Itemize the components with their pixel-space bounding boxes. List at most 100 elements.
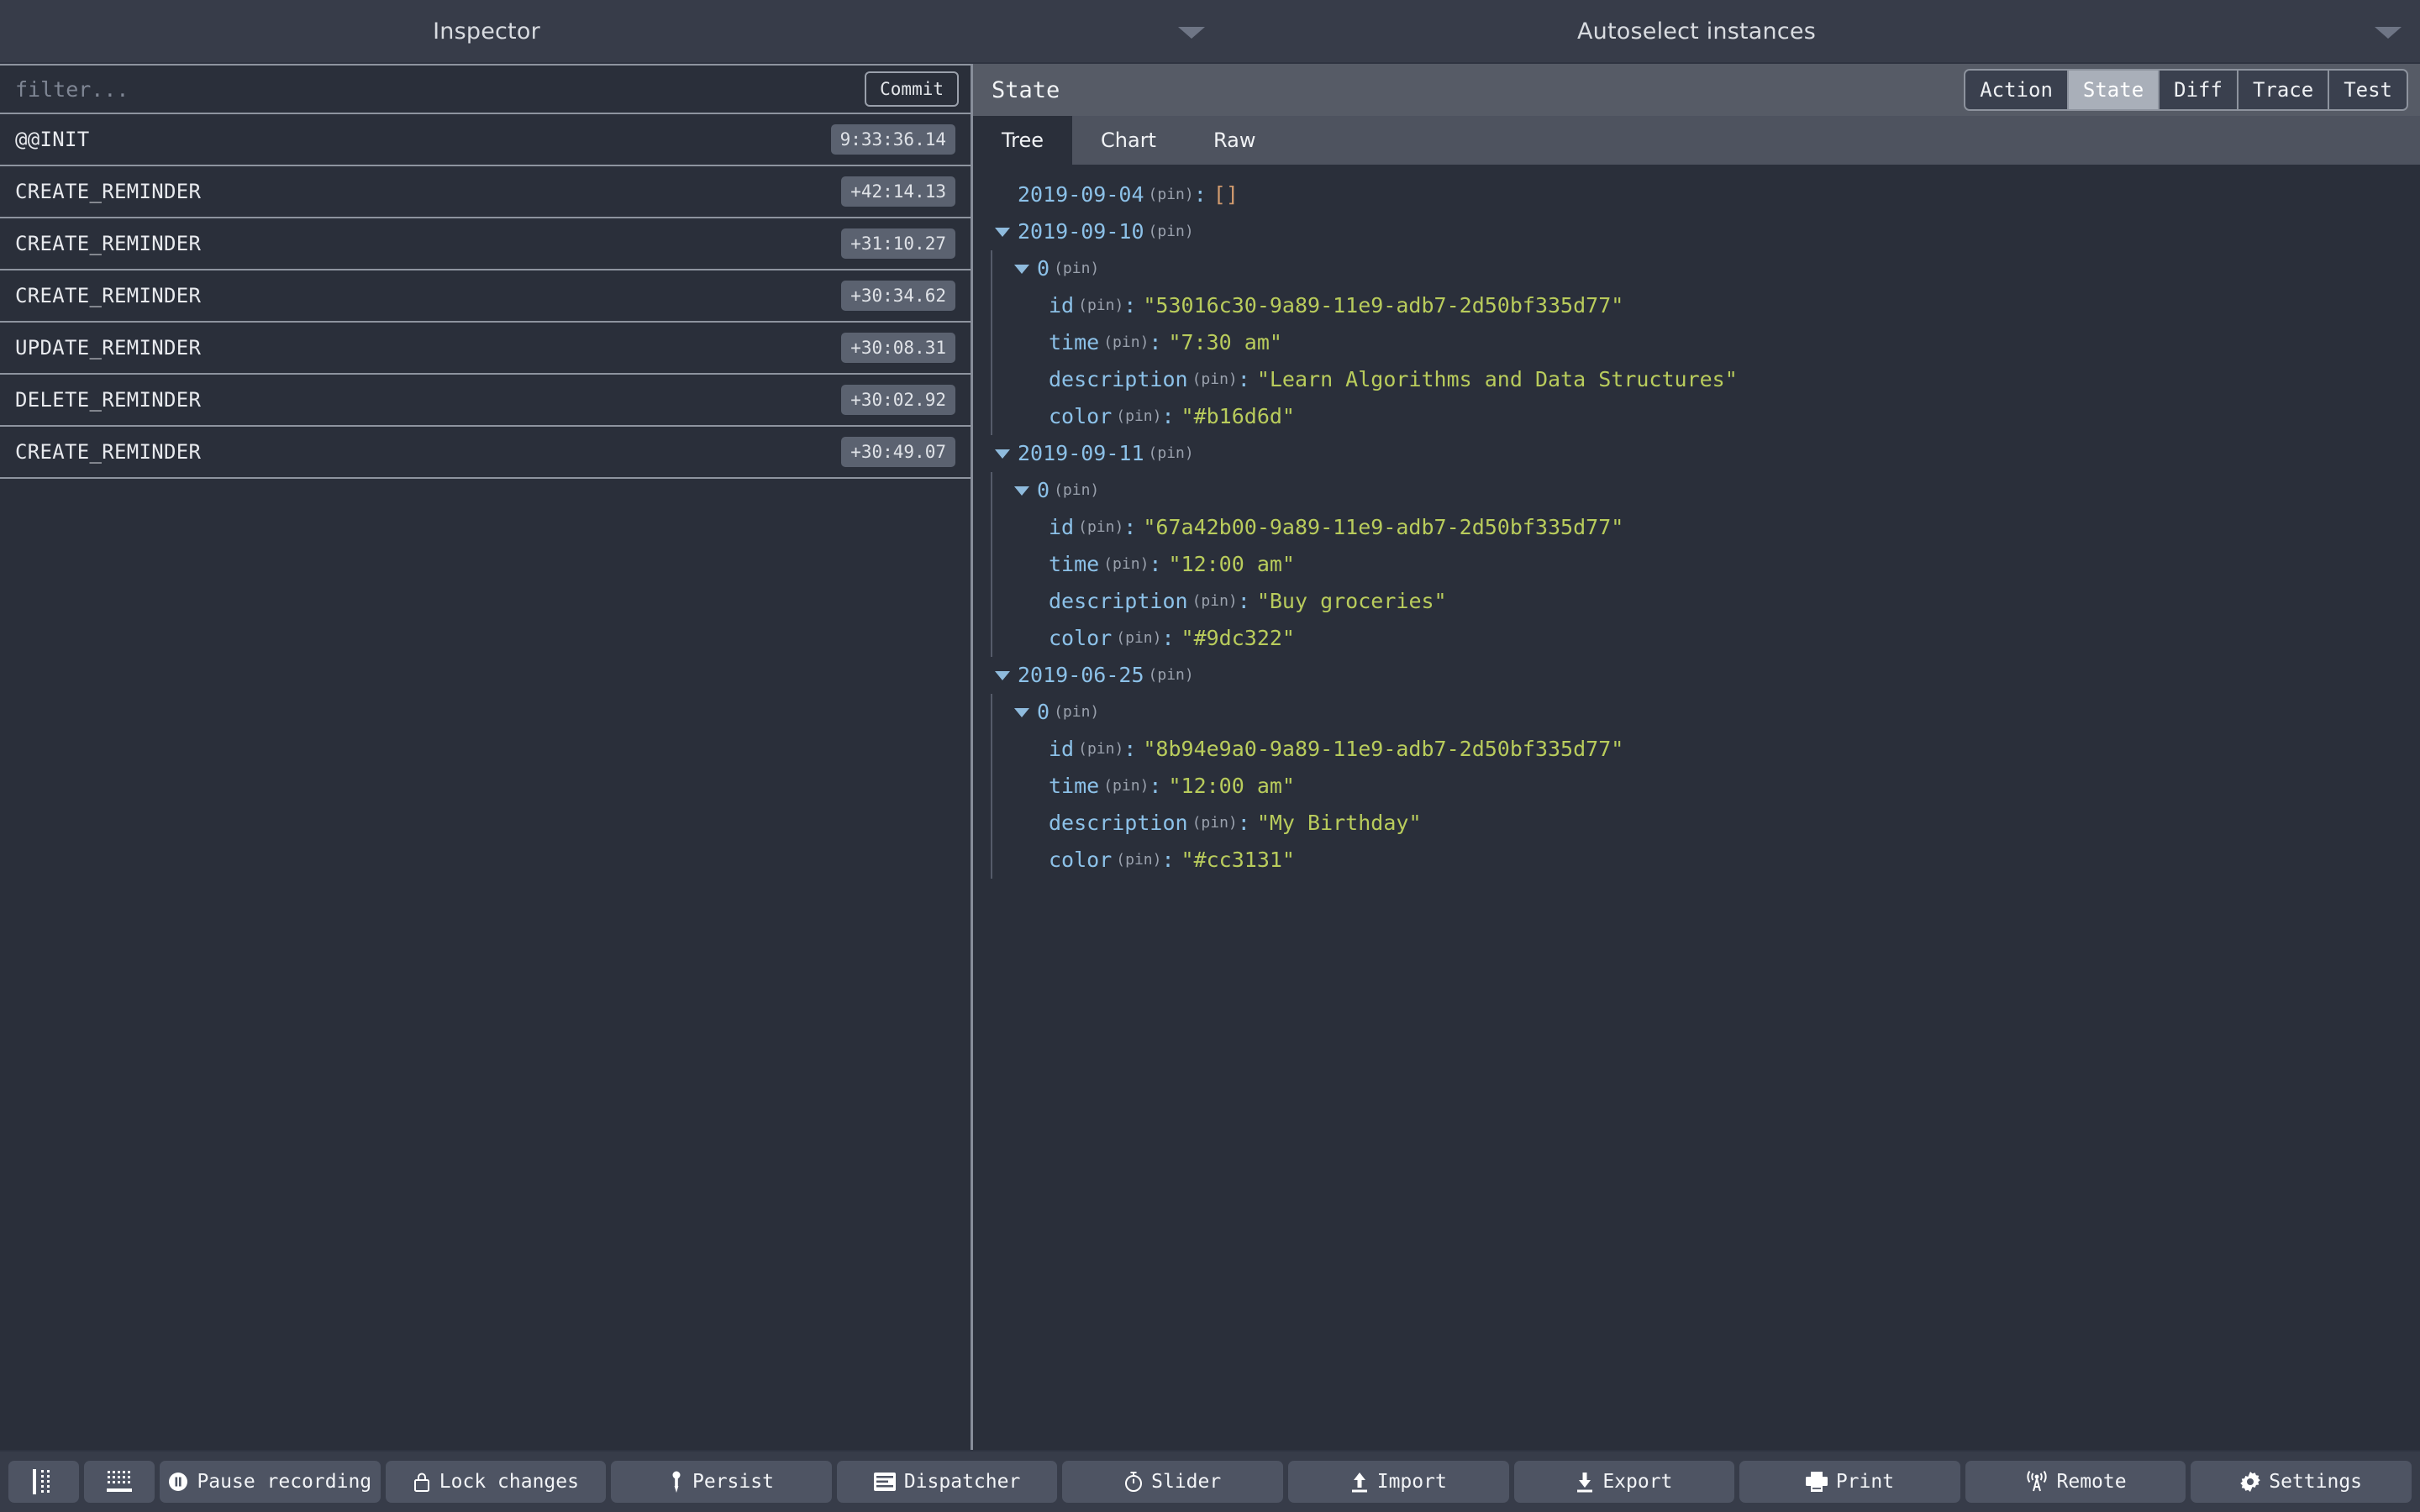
subtab-chart[interactable]: Chart: [1072, 116, 1185, 165]
tree-node-header[interactable]: 2019-06-25 (pin): [983, 657, 2420, 694]
triangle-down-icon[interactable]: [1014, 486, 1029, 496]
action-row[interactable]: CREATE_REMINDER +42:14.13: [0, 166, 971, 218]
tree-key: color: [1049, 404, 1113, 428]
pin-label[interactable]: (pin): [1074, 287, 1123, 324]
action-row[interactable]: UPDATE_REMINDER +30:08.31: [0, 323, 971, 375]
tree-node-header[interactable]: 2019-09-04 (pin):[]: [983, 176, 2420, 213]
tree-value: "67a42b00-9a89-11e9-adb7-2d50bf335d77": [1143, 515, 1624, 539]
pin-label[interactable]: (pin): [1144, 657, 1194, 694]
pin-label[interactable]: (pin): [1099, 324, 1149, 361]
tree-leaf-time: time (pin): "12:00 am": [992, 546, 2420, 583]
pin-label[interactable]: (pin): [1050, 250, 1099, 287]
triangle-down-icon[interactable]: [995, 670, 1010, 680]
chevron-down-icon[interactable]: [1178, 27, 1205, 39]
pin-label[interactable]: (pin): [1050, 694, 1099, 731]
tree-key: color: [1049, 626, 1113, 650]
remote-label: Remote: [2056, 1471, 2127, 1493]
action-row[interactable]: @@INIT 9:33:36.14: [0, 114, 971, 166]
triangle-down-icon[interactable]: [995, 227, 1010, 237]
action-name: CREATE_REMINDER: [15, 440, 202, 464]
devtools-app: Inspector Autoselect instances Commit @@…: [0, 0, 2420, 1512]
tab-diff[interactable]: Diff: [2160, 71, 2238, 109]
action-name: CREATE_REMINDER: [15, 180, 202, 203]
action-row[interactable]: CREATE_REMINDER +31:10.27: [0, 218, 971, 270]
triangle-down-icon[interactable]: [1014, 707, 1029, 717]
pin-label[interactable]: (pin): [1099, 768, 1149, 805]
chevron-down-icon[interactable]: [2375, 27, 2402, 39]
tree-node-header[interactable]: 2019-09-11 (pin): [983, 435, 2420, 472]
pin-label[interactable]: (pin): [1112, 842, 1161, 879]
action-name: @@INIT: [15, 128, 90, 151]
tree-key: time: [1049, 330, 1100, 354]
tree-key: color: [1049, 848, 1113, 872]
pin-label[interactable]: (pin): [1112, 398, 1161, 435]
printer-icon: [1805, 1472, 1828, 1492]
state-tree-scroll[interactable]: 2019-09-04 (pin):[] 2019-09-10 (pin) 0 (pin) i…: [973, 165, 2420, 1450]
filter-bar: Commit: [0, 64, 971, 114]
tree-key: id: [1049, 293, 1075, 318]
action-list[interactable]: @@INIT 9:33:36.14 CREATE_REMINDER +42:14.13…: [0, 114, 971, 1450]
settings-button[interactable]: Settings: [2191, 1461, 2412, 1503]
stopwatch-icon: [1124, 1471, 1143, 1493]
triangle-down-icon[interactable]: [1014, 264, 1029, 274]
triangle-down-icon[interactable]: [995, 449, 1010, 459]
lock-changes-button[interactable]: Lock changes: [385, 1461, 607, 1503]
layout-vertical-button[interactable]: [8, 1461, 79, 1503]
action-timestamp: +30:08.31: [841, 333, 955, 363]
tree-index-header[interactable]: 0 (pin): [992, 472, 2420, 509]
action-row[interactable]: CREATE_REMINDER +30:49.07: [0, 427, 971, 479]
action-row[interactable]: CREATE_REMINDER +30:34.62: [0, 270, 971, 323]
pin-label[interactable]: (pin): [1050, 472, 1099, 509]
persist-label: Persist: [692, 1471, 774, 1493]
slider-button[interactable]: Slider: [1062, 1461, 1283, 1503]
tree-date-key: 2019-09-11: [1018, 441, 1144, 465]
tree-value: "8b94e9a0-9a89-11e9-adb7-2d50bf335d77": [1143, 737, 1624, 761]
colon-separator: :: [1149, 552, 1162, 576]
pause-recording-button[interactable]: Pause recording: [160, 1461, 381, 1503]
subtab-raw[interactable]: Raw: [1185, 116, 1284, 165]
tree-index-header[interactable]: 0 (pin): [992, 250, 2420, 287]
subtab-tree[interactable]: Tree: [973, 116, 1073, 165]
pin-label[interactable]: (pin): [1074, 731, 1123, 768]
tab-trace[interactable]: Trace: [2238, 71, 2330, 109]
export-button[interactable]: Export: [1513, 1461, 1735, 1503]
search-input[interactable]: [15, 76, 865, 102]
pin-label[interactable]: (pin): [1188, 361, 1238, 398]
pin-label[interactable]: (pin): [1144, 213, 1194, 250]
pin-label[interactable]: (pin): [1188, 805, 1238, 842]
tab-test[interactable]: Test: [2329, 71, 2407, 109]
remote-button[interactable]: Remote: [1965, 1461, 2186, 1503]
action-row[interactable]: DELETE_REMINDER +30:02.92: [0, 375, 971, 427]
pin-label[interactable]: (pin): [1099, 546, 1149, 583]
action-timestamp: +31:10.27: [841, 228, 955, 259]
commit-button[interactable]: Commit: [865, 71, 959, 107]
upload-icon: [1350, 1471, 1369, 1493]
tree-node-header[interactable]: 2019-09-10 (pin): [983, 213, 2420, 250]
action-list-panel: Commit @@INIT 9:33:36.14 CREATE_REMINDER +4…: [0, 64, 973, 1450]
inspector-subtab-bar[interactable]: Tree Chart Raw: [973, 116, 2420, 165]
monitor-header: State Action State Diff Trace Test: [973, 64, 2420, 116]
action-timestamp: +42:14.13: [841, 176, 955, 207]
tab-state[interactable]: State: [2068, 71, 2160, 109]
tree-key: time: [1049, 774, 1100, 798]
dispatcher-button[interactable]: Dispatcher: [836, 1461, 1058, 1503]
import-button[interactable]: Import: [1287, 1461, 1509, 1503]
tree-index-header[interactable]: 0 (pin): [992, 694, 2420, 731]
pin-label[interactable]: (pin): [1144, 435, 1194, 472]
pin-label[interactable]: (pin): [1188, 583, 1238, 620]
dispatcher-icon: [873, 1473, 896, 1491]
pin-label[interactable]: (pin): [1144, 176, 1194, 213]
colon-separator: :: [1161, 404, 1175, 428]
monitor-tab-group[interactable]: Action State Diff Trace Test: [1964, 69, 2408, 111]
colon-separator: :: [1123, 515, 1137, 539]
layout-horizontal-button[interactable]: [84, 1461, 155, 1503]
pin-label[interactable]: (pin): [1074, 509, 1123, 546]
tab-action[interactable]: Action: [1965, 71, 2069, 109]
pin-label[interactable]: (pin): [1112, 620, 1161, 657]
tree-value: "53016c30-9a89-11e9-adb7-2d50bf335d77": [1143, 293, 1624, 318]
tree-value: "Learn Algorithms and Data Structures": [1256, 367, 1738, 391]
tree-key: description: [1049, 367, 1188, 391]
print-button[interactable]: Print: [1739, 1461, 1960, 1503]
tree-children: 0 (pin) id (pin): "8b94e9a0-9a89-11e9-adb7-2…: [991, 694, 2420, 879]
persist-button[interactable]: Persist: [611, 1461, 832, 1503]
